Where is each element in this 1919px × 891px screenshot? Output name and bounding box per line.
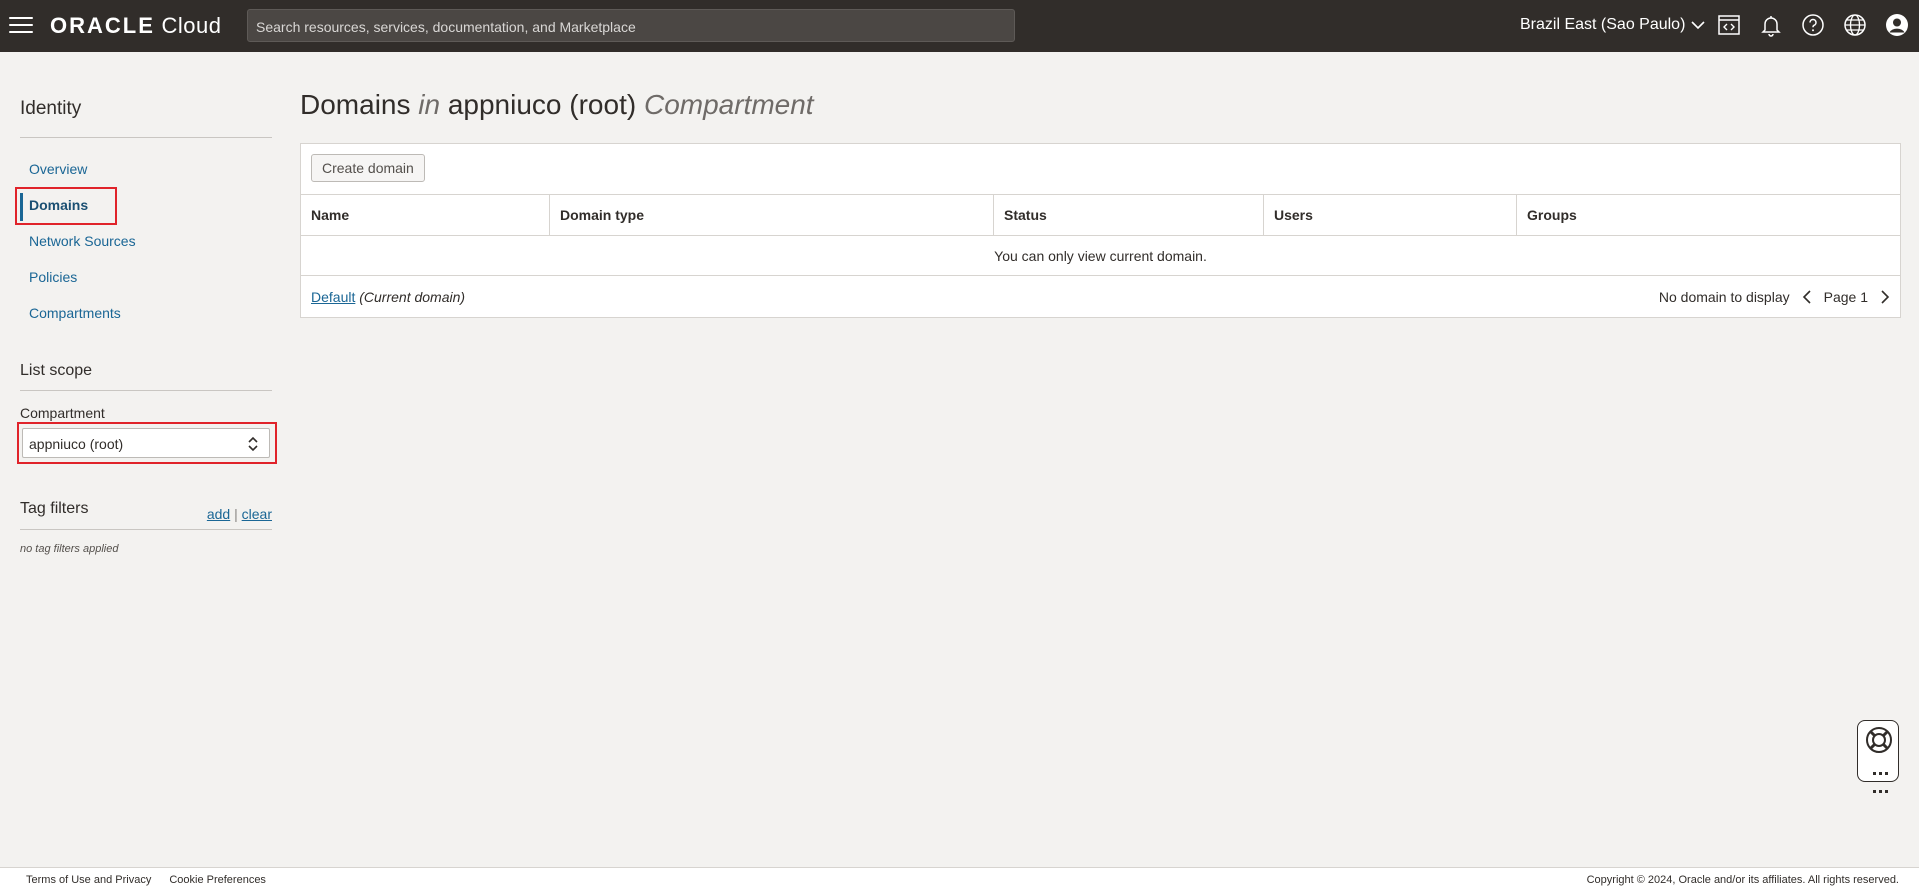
divider — [20, 390, 272, 391]
tag-clear-link[interactable]: clear — [242, 506, 272, 522]
column-header-name[interactable]: Name — [301, 195, 549, 235]
title-prefix: Domains — [300, 89, 411, 120]
tag-filter-links: add | clear — [207, 506, 272, 522]
title-in: in — [418, 89, 441, 120]
globe-icon[interactable] — [1842, 12, 1868, 38]
column-header-groups[interactable]: Groups — [1516, 195, 1900, 235]
compartment-label: Compartment — [20, 405, 105, 421]
region-selector[interactable]: Brazil East (Sao Paulo) — [1520, 16, 1705, 34]
list-scope-title: List scope — [20, 362, 93, 379]
divider — [20, 529, 272, 530]
tag-add-link[interactable]: add — [207, 506, 230, 522]
sidebar-item-overview[interactable]: Overview — [29, 161, 87, 177]
divider — [20, 137, 272, 138]
column-header-users[interactable]: Users — [1263, 195, 1516, 235]
default-domain-link[interactable]: Default — [311, 289, 355, 305]
sidebar-item-policies[interactable]: Policies — [29, 269, 77, 285]
title-suffix: Compartment — [643, 89, 814, 120]
next-page-icon[interactable] — [1878, 289, 1892, 305]
current-domain-note: (Current domain) — [359, 289, 466, 305]
sidebar-title: Identity — [20, 98, 82, 119]
oracle-cloud-logo[interactable]: ORACLE Cloud — [50, 13, 222, 39]
region-label: Brazil East (Sao Paulo) — [1520, 16, 1686, 33]
chevron-down-icon — [1691, 21, 1705, 30]
highlight-box-compartment — [17, 422, 277, 464]
page-footer: Terms of Use and Privacy Cookie Preferen… — [0, 867, 1919, 891]
search-input[interactable]: Search resources, services, documentatio… — [247, 9, 1015, 42]
help-widget-button[interactable] — [1857, 720, 1899, 793]
top-bar: ORACLE Cloud Search resources, services,… — [0, 0, 1919, 52]
help-icon[interactable] — [1800, 12, 1826, 38]
domains-table-panel: Create domain Name Domain type Status Us… — [300, 143, 1901, 318]
lifebuoy-icon — [1866, 727, 1892, 753]
create-domain-button[interactable]: Create domain — [311, 154, 425, 182]
bell-icon[interactable] — [1758, 12, 1784, 38]
copyright-text: Copyright © 2024, Oracle and/or its affi… — [1586, 874, 1899, 886]
previous-page-icon[interactable] — [1800, 289, 1814, 305]
brand-oracle: ORACLE — [50, 13, 155, 38]
menu-icon[interactable] — [9, 15, 33, 35]
pagination: No domain to display Page 1 — [1659, 289, 1892, 305]
table-header: Name Domain type Status Users Groups — [301, 194, 1900, 236]
brand-cloud: Cloud — [161, 13, 222, 38]
tag-filters-title: Tag filters — [20, 500, 89, 517]
user-icon[interactable] — [1884, 12, 1910, 38]
apps-grid-icon — [1871, 763, 1889, 799]
title-compartment-name: appniuco (root) — [447, 89, 637, 120]
empty-table-message: You can only view current domain. — [301, 236, 1900, 276]
current-domain-info: Default (Current domain) — [311, 289, 465, 305]
highlight-box-domains — [15, 187, 117, 225]
terms-link[interactable]: Terms of Use and Privacy — [26, 874, 151, 886]
column-header-domain-type[interactable]: Domain type — [549, 195, 993, 235]
page-title: Domains in appniuco (root) Compartment — [300, 89, 814, 121]
column-header-status[interactable]: Status — [993, 195, 1263, 235]
no-tag-filters-text: no tag filters applied — [20, 543, 119, 555]
sidebar-item-network-sources[interactable]: Network Sources — [29, 233, 136, 249]
tag-separator: | — [234, 506, 238, 522]
cookie-preferences-link[interactable]: Cookie Preferences — [169, 874, 266, 886]
sidebar-item-compartments[interactable]: Compartments — [29, 305, 121, 321]
page-label: Page 1 — [1823, 289, 1868, 305]
code-editor-icon[interactable] — [1716, 12, 1742, 38]
no-domain-text: No domain to display — [1658, 289, 1790, 305]
